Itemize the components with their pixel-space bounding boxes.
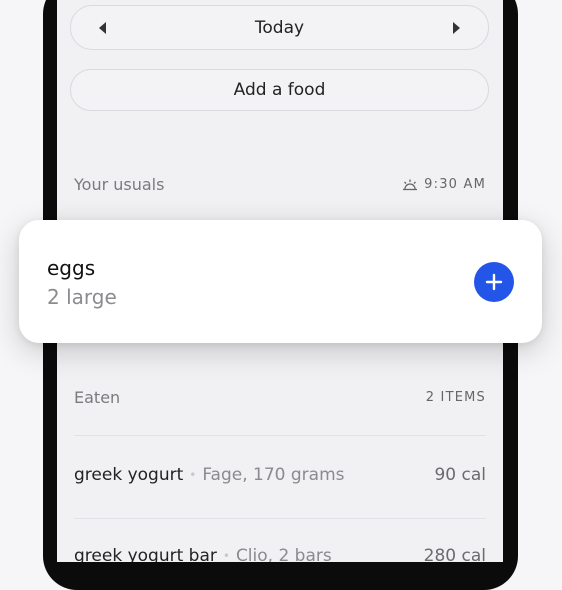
food-name: greek yogurt bar xyxy=(74,546,217,562)
food-name: greek yogurt xyxy=(74,465,184,485)
list-item[interactable]: greek yogurt bar • Clio, 2 bars 280 cal xyxy=(74,546,486,562)
divider xyxy=(74,518,486,519)
eaten-header: Eaten 2 ITEMS xyxy=(74,388,486,407)
divider xyxy=(74,435,486,436)
separator-dot: • xyxy=(189,468,197,482)
separator-dot: • xyxy=(222,549,230,562)
list-item[interactable]: greek yogurt • Fage, 170 grams 90 cal xyxy=(74,465,486,485)
caret-left-icon[interactable] xyxy=(99,21,106,34)
sunrise-icon xyxy=(403,179,418,190)
usual-food-card[interactable]: eggs 2 large xyxy=(19,220,542,343)
food-calories: 90 cal xyxy=(434,465,486,485)
plus-icon xyxy=(485,273,503,291)
food-detail: Clio, 2 bars xyxy=(235,546,332,562)
add-food-label: Add a food xyxy=(233,80,326,100)
date-navigator: Today xyxy=(70,5,489,50)
caret-right-icon[interactable] xyxy=(453,21,460,34)
add-food-button[interactable]: Add a food xyxy=(70,69,489,111)
eaten-title: Eaten xyxy=(74,388,121,407)
usuals-time: 9:30 AM xyxy=(402,177,486,192)
food-calories: 280 cal xyxy=(423,546,486,562)
eaten-count: 2 ITEMS xyxy=(425,390,486,405)
usuals-header: Your usuals 9:30 AM xyxy=(74,175,486,194)
usuals-time-text: 9:30 AM xyxy=(424,177,486,192)
usual-food-name: eggs xyxy=(47,256,96,280)
date-label: Today xyxy=(254,17,305,38)
food-detail: Fage, 170 grams xyxy=(202,465,345,485)
usuals-title: Your usuals xyxy=(74,175,165,194)
add-usual-button[interactable] xyxy=(474,262,514,302)
usual-food-amount: 2 large xyxy=(47,285,117,309)
